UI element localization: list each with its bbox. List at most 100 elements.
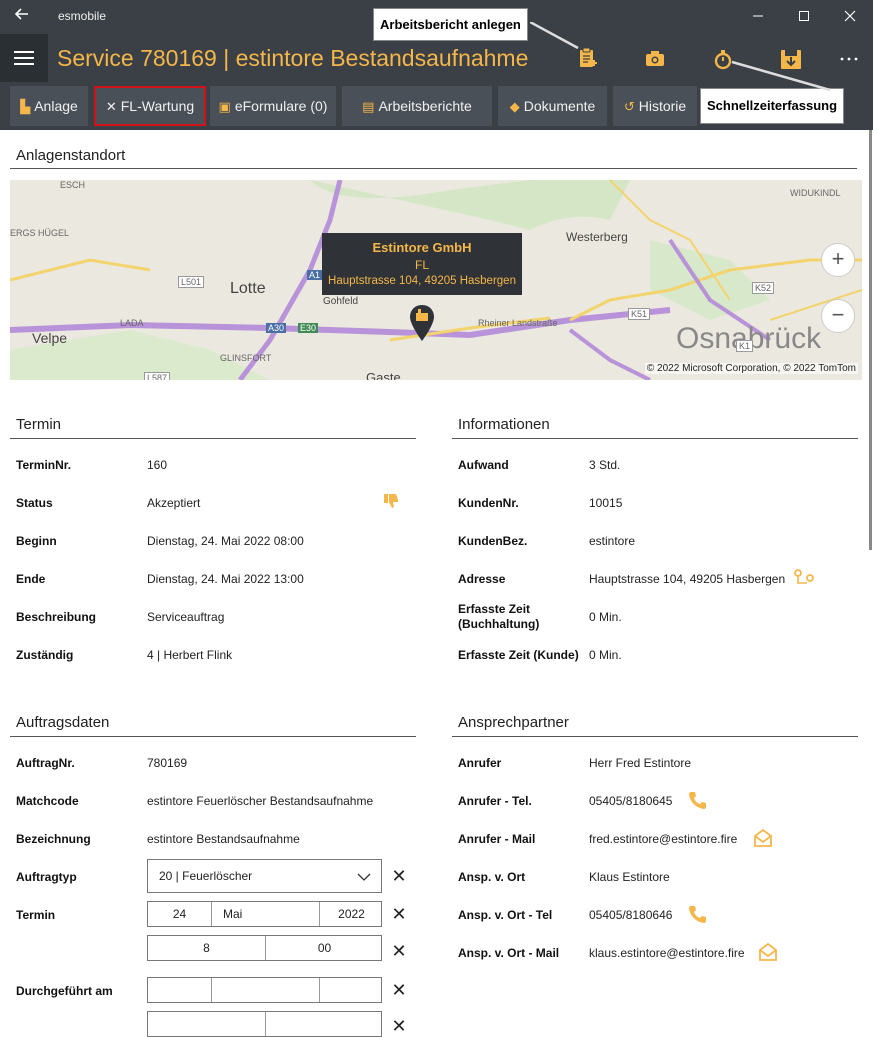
info-label: KundenNr.: [458, 496, 519, 510]
maximize-button[interactable]: [781, 4, 827, 30]
map-label-rheiner-landstrasse: Rheiner Landstraße: [478, 318, 558, 328]
clear-termin-time-button[interactable]: ✕: [390, 942, 408, 960]
tooltip-pointer-arbeitsbericht: [530, 22, 579, 50]
tooltip-pointer-schnellzeit: [731, 60, 831, 92]
termin-month[interactable]: Mai: [212, 902, 319, 926]
contact-label: Anrufer - Tel.: [458, 794, 532, 808]
termin-year[interactable]: 2022: [320, 902, 383, 926]
map-label-glinsfort: GLINSFORT: [220, 353, 272, 363]
map-copyright: © 2022 Microsoft Corporation, © 2022 Tom…: [644, 363, 858, 374]
clear-durchgefuehrt-time-button[interactable]: ✕: [390, 1017, 408, 1035]
info-value: 10015: [589, 496, 623, 510]
info-label: Adresse: [458, 572, 506, 586]
section-title-informationen: Informationen: [458, 416, 550, 433]
history-icon: ↺: [623, 99, 635, 114]
durchgefuehrt-date-picker[interactable]: [147, 977, 382, 1003]
auftrag-label: Durchgeführt am: [16, 984, 113, 998]
section-title-auftragsdaten: Auftragsdaten: [16, 714, 110, 731]
thumbs-down-icon[interactable]: [382, 491, 402, 511]
termin-value: Serviceauftrag: [147, 610, 225, 624]
close-window-button[interactable]: [827, 4, 873, 30]
map-label-lotte: Lotte: [230, 280, 266, 297]
contact-value: Klaus Estintore: [589, 870, 670, 884]
route-map-icon[interactable]: [793, 567, 815, 587]
info-value: Hauptstrasse 104, 49205 Hasbergen: [589, 572, 786, 586]
termin-time-picker[interactable]: 8 00: [147, 935, 382, 961]
tab-anlage[interactable]: ▙ Anlage: [10, 86, 88, 126]
section-title-termin: Termin: [16, 416, 62, 433]
info-value: estintore: [589, 534, 636, 548]
durchgefuehrt-time-picker[interactable]: [147, 1011, 382, 1037]
termin-hour[interactable]: 8: [148, 936, 265, 960]
contact-label: Ansp. v. Ort - Tel: [458, 908, 553, 922]
popup-line2: FL: [414, 258, 429, 272]
back-arrow-icon[interactable]: [14, 6, 34, 26]
tooltip-schnellzeiterfassung: Schnellzeiterfassung: [700, 88, 845, 124]
page-title: Service 780169 | estintore Bestandsaufna…: [57, 45, 529, 71]
phone-icon[interactable]: [687, 790, 707, 810]
termin-label: Status: [16, 496, 53, 510]
popup-address: Hauptstrasse 104, 49205 Hasbergen: [328, 275, 516, 287]
termin-label: Zuständig: [16, 648, 74, 662]
map-label-l501: L501: [178, 276, 205, 288]
auftrag-value: estintore Feuerlöscher Bestandsaufnahme: [147, 794, 374, 808]
clear-durchgefuehrt-date-button[interactable]: ✕: [390, 981, 408, 999]
contact-label: Ansp. v. Ort: [458, 870, 526, 884]
info-label: KundenBez.: [458, 534, 528, 548]
contact-value: fred.estintore@estintore.fire: [589, 832, 738, 846]
map-label-widukindl: WIDUKINDL: [790, 188, 841, 198]
auftrag-label: AuftragNr.: [16, 756, 75, 770]
section-divider: [452, 736, 858, 737]
chevron-down-icon: [357, 873, 371, 881]
auftrag-label: Termin: [16, 908, 56, 922]
tab-historie[interactable]: ↺ Historie: [613, 86, 697, 126]
minimize-button[interactable]: [735, 4, 781, 30]
termin-minute[interactable]: 00: [266, 936, 383, 960]
auftragtyp-select[interactable]: 20 | Feuerlöscher: [147, 859, 382, 893]
map-zoom-out-button[interactable]: −: [821, 299, 855, 333]
map-label-gaste: Gaste: [366, 370, 401, 380]
camera-icon[interactable]: [640, 44, 670, 74]
mail-icon[interactable]: [758, 942, 778, 962]
auftrag-label: Bezeichnung: [16, 832, 91, 846]
app-name: esmobile: [58, 9, 107, 23]
termin-label: Beschreibung: [16, 610, 97, 624]
scrollbar[interactable]: [867, 130, 873, 550]
info-value: 0 Min.: [589, 610, 622, 624]
auftrag-label: Matchcode: [16, 794, 79, 808]
hamburger-menu-icon[interactable]: [0, 34, 48, 82]
map-pin-icon[interactable]: [408, 303, 436, 345]
contact-label: Anrufer - Mail: [458, 832, 536, 846]
map-label-l587: L587: [144, 372, 171, 380]
info-value: 3 Std.: [589, 458, 621, 472]
map-label-a1: A1: [307, 270, 323, 280]
map-zoom-in-button[interactable]: +: [821, 243, 855, 277]
contact-value: klaus.estintore@estintore.fire: [589, 946, 745, 960]
mail-icon[interactable]: [753, 828, 773, 848]
building-icon: ▙: [20, 99, 31, 114]
tab-eformulare[interactable]: ▣ eFormulare (0): [210, 86, 336, 126]
termin-date-picker[interactable]: 24 Mai 2022: [147, 901, 382, 927]
clear-termin-date-button[interactable]: ✕: [390, 905, 408, 923]
map-label-lada: LADA: [120, 318, 144, 328]
tab-dokumente[interactable]: ◆ Dokumente: [498, 86, 607, 126]
map-label-westerberg: Westerberg: [566, 230, 628, 244]
section-divider: [10, 168, 857, 169]
popup-company-name: Estintore GmbH: [372, 240, 472, 255]
tools-icon: ✕: [105, 99, 117, 114]
map-label-velpe: Velpe: [32, 330, 68, 346]
section-title-ansprechpartner: Ansprechpartner: [458, 714, 569, 731]
contact-value: 05405/8180645: [589, 794, 673, 808]
map-label-e30: E30: [298, 323, 319, 333]
phone-icon[interactable]: [687, 904, 707, 924]
termin-label: Beginn: [16, 534, 57, 548]
termin-day[interactable]: 24: [148, 902, 211, 926]
more-options-icon[interactable]: [836, 44, 866, 74]
map-label-k52: K52: [752, 282, 775, 294]
tab-arbeitsberichte[interactable]: ▤ Arbeitsberichte: [342, 86, 492, 126]
tab-fl-wartung[interactable]: ✕ FL-Wartung: [94, 86, 206, 126]
termin-value: Dienstag, 24. Mai 2022 08:00: [147, 534, 304, 548]
documents-icon: ◆: [509, 99, 520, 114]
info-label: Erfasste Zeit (Buchhaltung): [458, 602, 540, 631]
clear-auftragtyp-button[interactable]: ✕: [390, 867, 408, 885]
